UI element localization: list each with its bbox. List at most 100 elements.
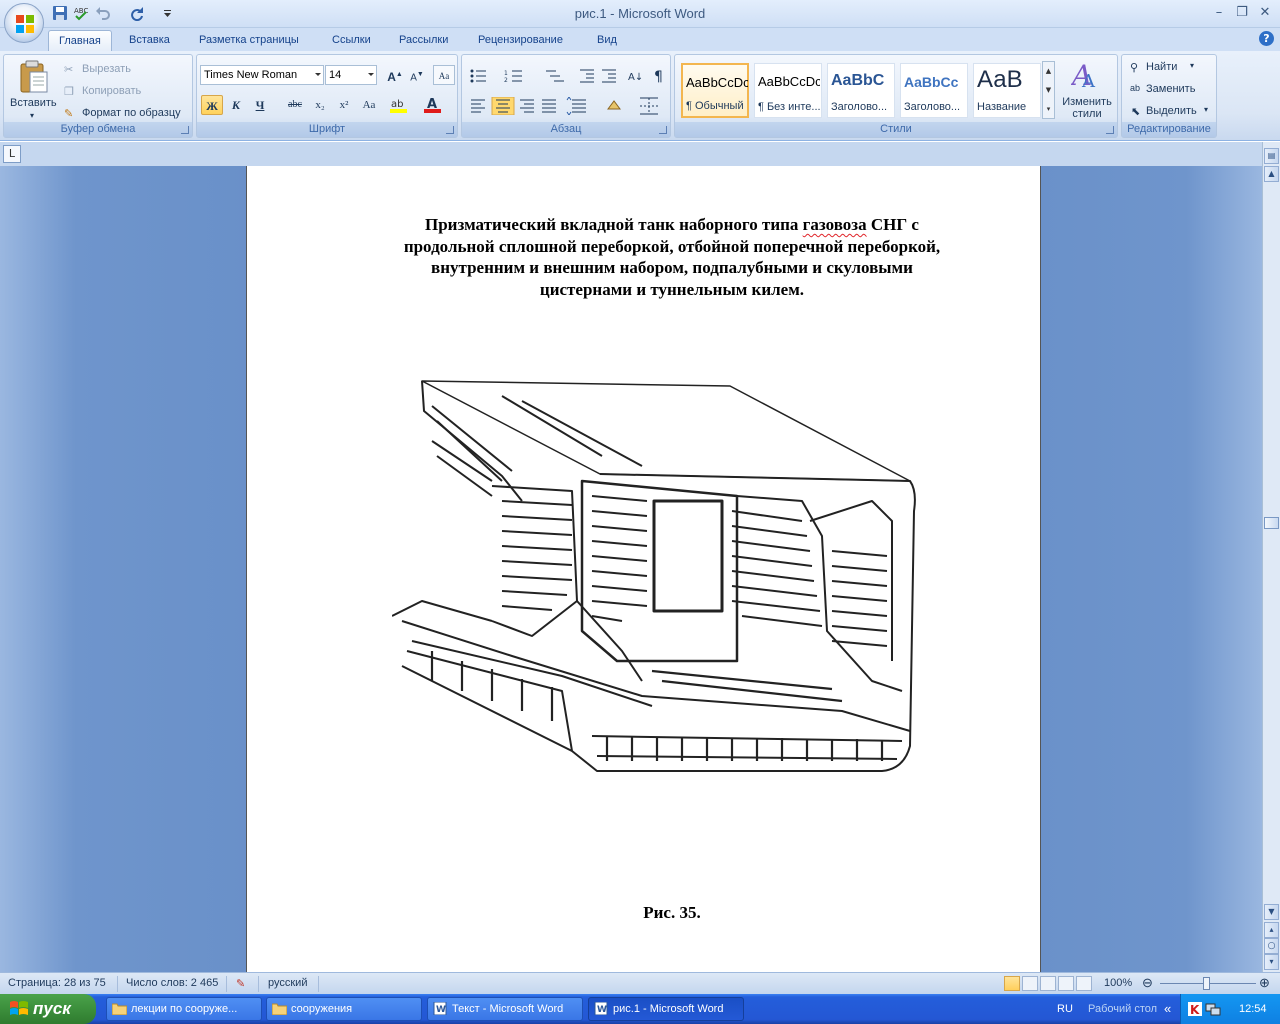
tank-structure-drawing — [392, 380, 916, 772]
ruler-toggle-icon[interactable]: ▤ — [1264, 148, 1279, 164]
previous-page-icon[interactable]: ▴ — [1264, 922, 1279, 938]
tab-mailings[interactable]: Рассылки — [389, 30, 458, 51]
proofing-icon[interactable]: ✎ — [236, 977, 245, 990]
replace-button[interactable]: Заменить — [1146, 83, 1195, 95]
tab-home[interactable]: Главная — [48, 30, 112, 51]
change-case-button[interactable]: Aa — [356, 95, 382, 115]
network-icon[interactable] — [1205, 1001, 1221, 1017]
zoom-in-icon[interactable]: ⊕ — [1259, 975, 1270, 991]
font-group-label: Шрифт — [197, 122, 457, 137]
language-indicator[interactable]: русский — [268, 977, 307, 989]
styles-scroll[interactable]: ▲ ▼ ▾ — [1042, 61, 1055, 119]
ribbon: Вставить ▾ ✂ Вырезать ❐ Копировать ✎ Фор… — [0, 51, 1280, 141]
zoom-out-icon[interactable]: ⊖ — [1142, 975, 1153, 991]
spelling-error-mark[interactable]: газовоза — [803, 215, 867, 234]
superscript-button[interactable]: x² — [333, 95, 355, 115]
taskbar-item-lectures[interactable]: лекции по сооруже... — [106, 997, 262, 1021]
tab-stop-selector-icon[interactable]: L — [3, 145, 21, 163]
svg-text:2: 2 — [504, 77, 508, 84]
language-bar[interactable]: RU — [1057, 1003, 1073, 1015]
alignment-buttons-icon[interactable] — [468, 97, 668, 115]
italic-button[interactable]: К — [225, 95, 247, 115]
clock[interactable]: 12:54 — [1239, 1003, 1267, 1015]
style-no-spacing[interactable]: AaBbCcDc ¶ Без инте... — [754, 63, 822, 118]
clear-format-icon[interactable]: Aa — [433, 65, 455, 85]
font-launcher-icon[interactable] — [446, 126, 454, 134]
styles-launcher-icon[interactable] — [1106, 126, 1114, 134]
style-heading-2[interactable]: AaBbCc Заголово... — [900, 63, 968, 118]
style-normal[interactable]: AaBbCcDc ¶ Обычный — [681, 63, 749, 118]
start-button[interactable]: пуск — [0, 994, 96, 1024]
page-count[interactable]: Страница: 28 из 75 — [8, 977, 106, 989]
format-painter-button[interactable]: Формат по образцу — [82, 107, 181, 119]
next-page-icon[interactable]: ▾ — [1264, 954, 1279, 970]
task-label: сооружения — [291, 1003, 353, 1015]
paste-button[interactable]: Вставить — [10, 97, 57, 109]
heading-line-1: Призматический вкладной танк наборного т… — [327, 214, 1017, 236]
find-button[interactable]: Найти — [1146, 61, 1177, 73]
change-styles-button[interactable]: Изменить стили — [1062, 96, 1112, 120]
paragraph-launcher-icon[interactable] — [659, 126, 667, 134]
font-color-icon[interactable]: A — [423, 96, 443, 114]
font-name-value: Times New Roman — [204, 69, 298, 81]
web-layout-icon[interactable] — [1040, 976, 1056, 991]
divider — [226, 976, 227, 992]
grow-font-icon[interactable]: A▲ — [384, 65, 406, 85]
heading-line-1-text: Призматический вкладной танк наборного т… — [425, 215, 919, 234]
style-title[interactable]: АаВ Название — [973, 63, 1041, 118]
clipboard-launcher-icon[interactable] — [181, 126, 189, 134]
zoom-level[interactable]: 100% — [1104, 977, 1132, 989]
tab-view[interactable]: Вид — [587, 30, 627, 51]
font-size-field[interactable]: 14 — [325, 65, 377, 85]
tab-insert[interactable]: Вставка — [119, 30, 180, 51]
print-layout-icon[interactable] — [1004, 976, 1020, 991]
outline-view-icon[interactable] — [1058, 976, 1074, 991]
scroll-down-icon[interactable]: ▼ — [1264, 904, 1279, 920]
close-icon[interactable]: ✕ — [1254, 4, 1276, 22]
divider — [258, 976, 259, 992]
office-button[interactable] — [4, 3, 44, 43]
paste-dropdown-icon[interactable]: ▾ — [30, 111, 34, 120]
scroll-up-icon[interactable]: ▲ — [1264, 166, 1279, 182]
desktop-toolbar[interactable]: Рабочий стол — [1088, 1003, 1157, 1015]
zoom-slider-thumb[interactable] — [1203, 977, 1210, 990]
taskbar-item-text-word[interactable]: W Текст - Microsoft Word — [427, 997, 583, 1021]
shrink-font-icon[interactable]: A▼ — [406, 65, 428, 85]
antivirus-icon[interactable]: K — [1187, 1001, 1203, 1017]
windows-logo-icon — [10, 1001, 28, 1015]
minimize-icon[interactable]: – — [1208, 4, 1230, 22]
subscript-button[interactable]: x₂ — [309, 95, 331, 115]
help-icon[interactable]: ? — [1259, 31, 1274, 46]
chevron-down-icon[interactable]: ▾ — [1204, 105, 1208, 114]
document-page[interactable]: Призматический вкладной танк наборного т… — [246, 166, 1041, 972]
taskbar-item-fig1-word[interactable]: W рис.1 - Microsoft Word — [588, 997, 744, 1021]
paste-icon[interactable] — [18, 60, 50, 94]
word-count[interactable]: Число слов: 2 465 — [126, 977, 218, 989]
tab-references[interactable]: Ссылки — [322, 30, 381, 51]
toolbar-chevron-icon[interactable]: « — [1164, 1001, 1171, 1016]
copy-button[interactable]: Копировать — [82, 85, 141, 97]
cut-button[interactable]: Вырезать — [82, 63, 131, 75]
font-name-field[interactable]: Times New Roman — [200, 65, 324, 85]
chevron-down-icon[interactable]: ▾ — [1190, 61, 1194, 70]
select-button[interactable]: Выделить — [1146, 105, 1197, 117]
style-heading-1[interactable]: AaBbC Заголово... — [827, 63, 895, 118]
style-name: Заголово... — [831, 101, 888, 113]
strikethrough-button[interactable]: abc — [283, 95, 307, 115]
tab-page-layout[interactable]: Разметка страницы — [189, 30, 309, 51]
restore-icon[interactable]: ❐ — [1231, 4, 1253, 22]
scroll-thumb[interactable] — [1264, 517, 1279, 529]
browse-object-icon[interactable]: ○ — [1264, 938, 1279, 954]
highlight-icon[interactable]: ab — [389, 96, 409, 114]
vertical-scrollbar[interactable]: ▤ ▲ ▼ ▴ ○ ▾ — [1262, 142, 1280, 972]
bold-button[interactable]: Ж — [201, 95, 223, 115]
underline-button[interactable]: Ч — [249, 95, 271, 115]
tab-review[interactable]: Рецензирование — [468, 30, 573, 51]
taskbar-item-structures[interactable]: сооружения — [266, 997, 422, 1021]
list-buttons-icon[interactable]: 12 А↓ ¶ — [468, 67, 668, 85]
change-styles-icon[interactable]: AA — [1071, 59, 1101, 91]
full-screen-reading-icon[interactable] — [1022, 976, 1038, 991]
paragraph-group: 12 А↓ ¶ Абзац — [461, 54, 671, 138]
style-sample: АаВ — [977, 66, 1023, 93]
draft-view-icon[interactable] — [1076, 976, 1092, 991]
